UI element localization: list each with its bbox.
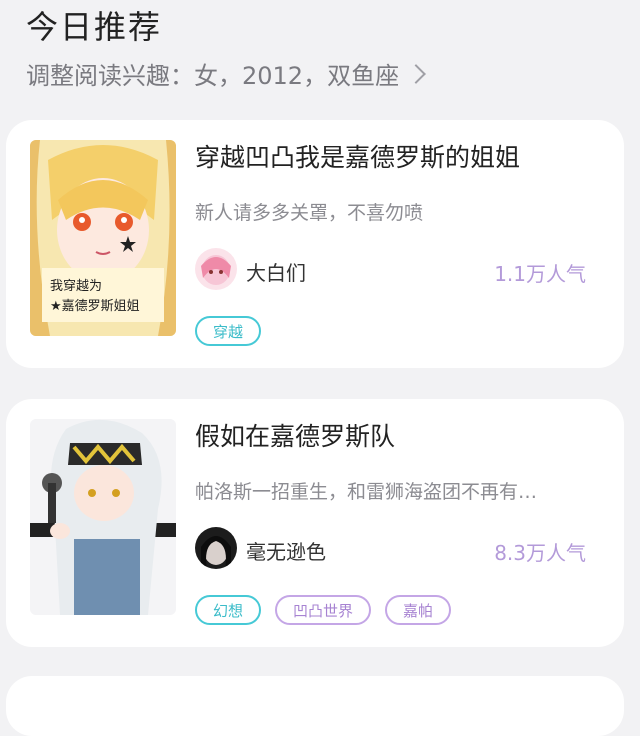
author-name[interactable]: 毫无逊色	[246, 536, 326, 565]
author-name[interactable]: 大白们	[246, 257, 306, 286]
svg-text:我穿越为: 我穿越为	[50, 278, 102, 294]
interest-text: 调整阅读兴趣：女，2012，双鱼座	[26, 62, 400, 90]
author-avatar[interactable]	[195, 248, 237, 290]
book-card[interactable]: 我穿越为 ★嘉德罗斯姐姐 穿越凹凸我是嘉德罗斯的姐姐 新人请多多关罩，不喜勿喷 …	[6, 120, 624, 368]
tag-list: 幻想 凹凸世界 嘉帕	[195, 595, 452, 625]
tag-list: 穿越	[195, 316, 262, 346]
author-avatar[interactable]	[195, 527, 237, 569]
page-title: 今日推荐	[26, 8, 163, 46]
book-card[interactable]: 假如在嘉德罗斯队 帕洛斯一招重生，和雷狮海盗团不再有… 毫无逊色 8.3万人气 …	[6, 399, 624, 647]
book-cover[interactable]	[30, 419, 176, 615]
tag[interactable]: 嘉帕	[385, 595, 452, 625]
book-description: 帕洛斯一招重生，和雷狮海盗团不再有…	[195, 481, 538, 503]
book-cover[interactable]: 我穿越为 ★嘉德罗斯姐姐	[30, 140, 176, 336]
tag[interactable]: 凹凸世界	[275, 595, 372, 625]
popularity-count: 8.3万人气	[494, 541, 586, 565]
chevron-right-icon	[406, 63, 426, 84]
book-description: 新人请多多关罩，不喜勿喷	[195, 202, 424, 224]
book-title[interactable]: 穿越凹凸我是嘉德罗斯的姐姐	[195, 138, 520, 174]
book-title[interactable]: 假如在嘉德罗斯队	[195, 417, 395, 453]
svg-text:★嘉德罗斯姐姐: ★嘉德罗斯姐姐	[50, 299, 140, 314]
popularity-count: 1.1万人气	[494, 262, 586, 286]
tag[interactable]: 幻想	[195, 595, 262, 625]
adjust-interest-link[interactable]: 调整阅读兴趣：女，2012，双鱼座	[26, 56, 426, 91]
tag[interactable]: 穿越	[195, 316, 262, 346]
book-card[interactable]	[6, 676, 624, 736]
